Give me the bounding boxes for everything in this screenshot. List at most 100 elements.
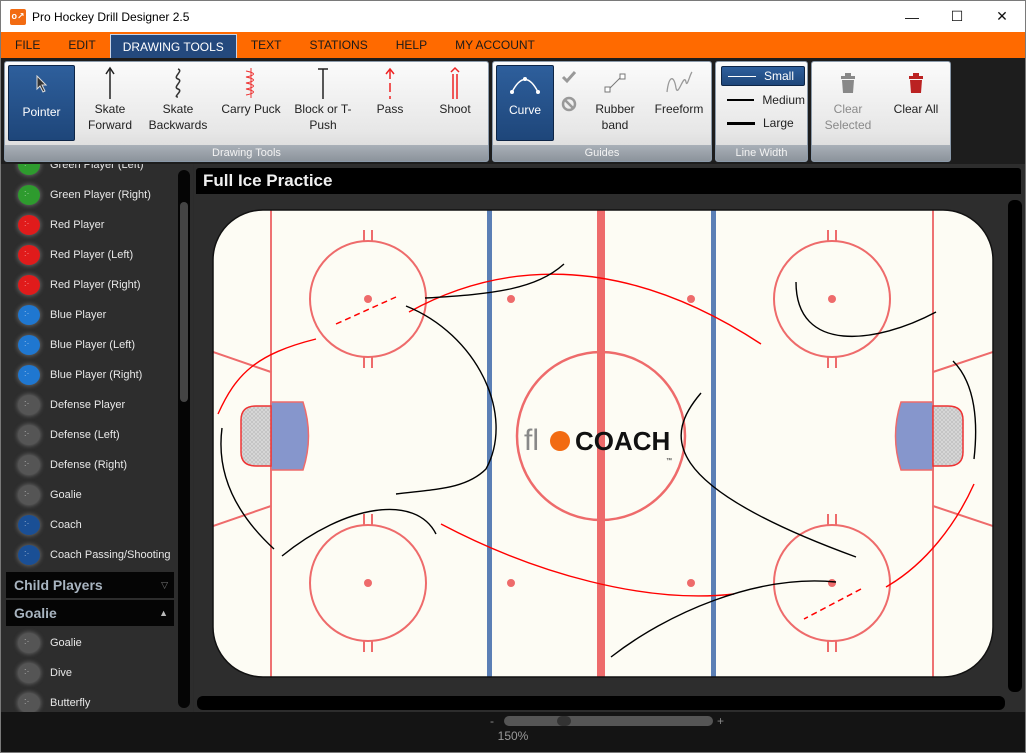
- player-token-icon: [18, 545, 40, 565]
- ribbon-group-guides: Curve Rubber band Freeform Guides: [492, 61, 712, 162]
- zoom-in-button[interactable]: +: [717, 714, 724, 728]
- ribbon: Pointer Skate Forward Skate Backwards Ca…: [1, 58, 1025, 164]
- curve-icon: [509, 66, 541, 102]
- zoom-slider-thumb[interactable]: [557, 716, 571, 726]
- carry-puck-button[interactable]: Carry Puck: [213, 65, 289, 141]
- status-bar: - + 150%: [1, 712, 1025, 752]
- canvas-vertical-scrollbar[interactable]: [1008, 200, 1022, 692]
- skate-backwards-button[interactable]: Skate Backwards: [143, 65, 213, 141]
- palette-item[interactable]: Blue Player: [1, 300, 177, 330]
- rubber-band-button[interactable]: Rubber band: [585, 65, 645, 141]
- net-right: [932, 405, 964, 467]
- ribbon-group-label: Drawing Tools: [5, 145, 488, 161]
- ribbon-group-line-width: Small Medium Large Line Width: [715, 61, 808, 162]
- player-token-icon: [18, 395, 40, 415]
- rink-viewport[interactable]: fl COACH ™: [196, 194, 1011, 679]
- skate-forward-button[interactable]: Skate Forward: [77, 65, 143, 141]
- palette-item[interactable]: Goalie: [1, 628, 177, 658]
- palette-item[interactable]: Green Player (Left): [1, 164, 177, 180]
- crease-left: [270, 401, 310, 471]
- palette-item[interactable]: Red Player (Left): [1, 240, 177, 270]
- freeform-button[interactable]: Freeform: [648, 65, 710, 141]
- line-width-medium[interactable]: Medium: [721, 90, 805, 110]
- palette-item[interactable]: Defense Player: [1, 390, 177, 420]
- player-token-icon: [18, 515, 40, 535]
- cancel-circle-icon[interactable]: [561, 96, 577, 117]
- player-token-icon: [18, 275, 40, 295]
- shoot-button[interactable]: Shoot: [423, 65, 487, 141]
- menu-stations[interactable]: STATIONS: [296, 33, 382, 57]
- chevron-down-icon: ▽: [161, 579, 168, 590]
- drill-title[interactable]: Full Ice Practice: [196, 168, 1021, 194]
- menu-drawing-tools[interactable]: DRAWING TOOLS: [109, 34, 237, 58]
- sidebar-scroll-thumb[interactable]: [180, 202, 188, 402]
- palette-item[interactable]: Blue Player (Right): [1, 360, 177, 390]
- clear-selected-button[interactable]: Clear Selected: [818, 65, 878, 141]
- carry-puck-icon: [244, 65, 258, 101]
- minimize-button[interactable]: —: [889, 1, 935, 32]
- sidebar-scrollbar[interactable]: [178, 170, 190, 708]
- trash-icon: [908, 65, 924, 101]
- maximize-button[interactable]: ☐: [934, 1, 980, 32]
- player-token-icon: [18, 164, 40, 175]
- line-width-small[interactable]: Small: [721, 66, 805, 86]
- trash-icon: [840, 65, 856, 101]
- ribbon-group-drawing-tools: Pointer Skate Forward Skate Backwards Ca…: [4, 61, 489, 162]
- menu-text[interactable]: TEXT: [237, 33, 296, 57]
- window-title: Pro Hockey Drill Designer 2.5: [32, 9, 190, 24]
- menu-file[interactable]: FILE: [1, 33, 54, 57]
- palette-item[interactable]: Defense (Right): [1, 450, 177, 480]
- player-token-icon: [18, 245, 40, 265]
- crease-right: [894, 401, 934, 471]
- block-tpush-icon: [317, 65, 329, 101]
- palette-item[interactable]: Blue Player (Left): [1, 330, 177, 360]
- palette-item[interactable]: Coach Passing/Shooting: [1, 540, 177, 570]
- palette-item[interactable]: Green Player (Right): [1, 180, 177, 210]
- drill-canvas-area: Full Ice Practice fl COACH ™: [194, 164, 1025, 712]
- section-child-players[interactable]: Child Players ▽: [6, 572, 174, 598]
- palette-item[interactable]: Butterfly: [1, 688, 177, 712]
- app-window: o↗ Pro Hockey Drill Designer 2.5 — ☐ ✕ F…: [0, 0, 1026, 753]
- line-sample-icon: [727, 121, 755, 125]
- menu-edit[interactable]: EDIT: [54, 33, 109, 57]
- zoom-out-button[interactable]: -: [490, 714, 494, 728]
- zoom-level: 150%: [497, 729, 529, 743]
- player-token-icon: [18, 663, 40, 683]
- pass-button[interactable]: Pass: [357, 65, 423, 141]
- palette-item[interactable]: Coach: [1, 510, 177, 540]
- checkmark-icon[interactable]: [561, 69, 577, 90]
- freeform-icon: [664, 65, 694, 101]
- rink[interactable]: fl COACH ™: [196, 194, 1011, 679]
- canvas-horizontal-scrollbar[interactable]: [197, 696, 1005, 710]
- ribbon-group-label: Line Width: [716, 145, 807, 161]
- palette-item[interactable]: Defense (Left): [1, 420, 177, 450]
- menu-my-account[interactable]: MY ACCOUNT: [441, 33, 549, 57]
- palette-item[interactable]: Red Player (Right): [1, 270, 177, 300]
- app-logo-icon: o↗: [10, 8, 26, 25]
- pointer-button[interactable]: Pointer: [8, 65, 75, 141]
- line-width-large[interactable]: Large: [721, 113, 805, 133]
- pointer-arrow-icon: [35, 66, 49, 102]
- close-button[interactable]: ✕: [979, 1, 1025, 32]
- menu-bar: FILE EDIT DRAWING TOOLS TEXT STATIONS HE…: [1, 32, 1025, 58]
- player-token-icon: [18, 633, 40, 653]
- pass-icon: [384, 65, 396, 101]
- zoom-slider[interactable]: [504, 716, 713, 726]
- player-token-icon: [18, 365, 40, 385]
- player-token-icon: [18, 455, 40, 475]
- player-palette: Green Player (Left) Green Player (Right)…: [1, 164, 193, 712]
- title-bar: o↗ Pro Hockey Drill Designer 2.5 — ☐ ✕: [1, 1, 1025, 32]
- block-tpush-button[interactable]: Block or T-Push: [289, 65, 357, 141]
- section-goalie[interactable]: Goalie ▲: [6, 600, 174, 626]
- palette-item[interactable]: Goalie: [1, 480, 177, 510]
- curve-button[interactable]: Curve: [496, 65, 554, 141]
- palette-item[interactable]: Red Player: [1, 210, 177, 240]
- palette-item[interactable]: Dive: [1, 658, 177, 688]
- clear-all-button[interactable]: Clear All: [884, 65, 948, 141]
- line-sample-icon: [728, 75, 756, 77]
- player-token-icon: [18, 335, 40, 355]
- player-token-icon: [18, 485, 40, 505]
- ribbon-group-label: Guides: [493, 145, 711, 161]
- menu-help[interactable]: HELP: [382, 33, 441, 57]
- skate-backwards-icon: [171, 65, 185, 101]
